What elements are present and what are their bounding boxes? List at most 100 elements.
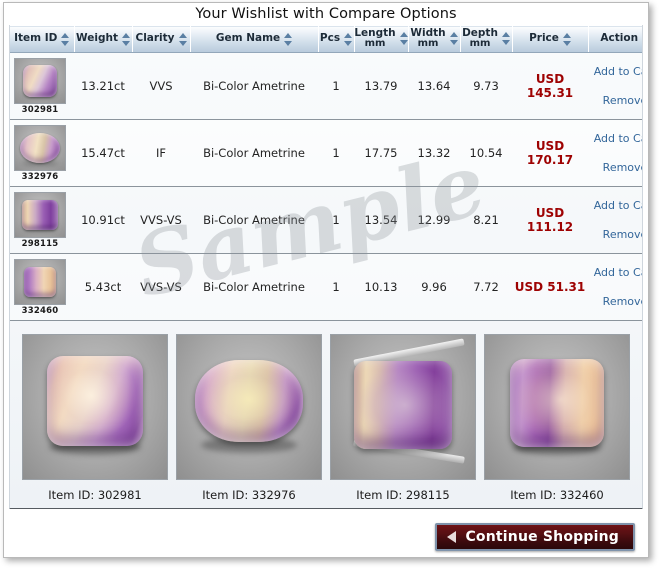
cell-pcs: 1	[318, 119, 354, 187]
cell-depth: 7.72	[460, 253, 512, 321]
column-unit: mm	[417, 38, 439, 50]
sort-toggle-icon[interactable]	[562, 32, 571, 46]
cell-price: USD 170.17	[512, 119, 588, 187]
price-value: USD 111.12	[526, 206, 574, 234]
add-to-cart-link[interactable]: Add to Cart	[590, 129, 642, 148]
gallery-caption: Item ID: 298115	[356, 488, 450, 502]
table-row: 298115 10.91ct VVS-VS Bi-Color Ametrine …	[10, 186, 642, 254]
gallery-caption: Item ID: 332460	[510, 488, 604, 502]
gallery-item[interactable]: Item ID: 332976	[176, 334, 322, 502]
gallery-item[interactable]: Item ID: 302981	[22, 334, 168, 502]
column-header-clarity[interactable]: Clarity	[132, 25, 191, 53]
column-header-weight[interactable]: Weight	[74, 25, 133, 53]
gallery-item[interactable]: Item ID: 332460	[484, 334, 630, 502]
cell-weight: 10.91ct	[74, 186, 132, 254]
cell-pcs: 1	[318, 186, 354, 254]
column-header-depth[interactable]: Depth mm	[460, 25, 513, 53]
table-row: 332460 5.43ct VVS-VS Bi-Color Ametrine 1…	[10, 253, 642, 321]
cell-thumbnail[interactable]: 332460	[10, 253, 74, 321]
cell-price: USD 145.31	[512, 52, 588, 120]
cell-action: Add to Cart Remove	[588, 186, 642, 254]
cell-width: 13.64	[408, 52, 460, 120]
gallery-item[interactable]: Item ID: 298115	[330, 334, 476, 502]
page-title: Your Wishlist with Compare Options	[195, 6, 457, 22]
wishlist-window: Your Wishlist with Compare Options Sampl…	[3, 2, 649, 558]
gem-large-image[interactable]	[484, 334, 630, 480]
footer-bar: Continue Shopping	[4, 509, 648, 557]
triangle-left-icon	[447, 531, 457, 543]
gem-thumbnail-image[interactable]	[14, 191, 66, 238]
sort-toggle-icon[interactable]	[284, 32, 293, 46]
remove-link[interactable]: Remove	[590, 292, 642, 311]
gem-large-image[interactable]	[176, 334, 322, 480]
column-label: Depth mm	[462, 28, 498, 50]
sort-toggle-icon[interactable]	[121, 32, 130, 46]
cell-pcs: 1	[318, 253, 354, 321]
column-unit: mm	[364, 38, 386, 50]
sort-toggle-icon[interactable]	[449, 32, 458, 46]
sort-toggle-icon[interactable]	[501, 32, 510, 46]
continue-shopping-label: Continue Shopping	[465, 529, 619, 545]
thumbnail-item-id: 332976	[21, 171, 59, 182]
add-to-cart-link[interactable]: Add to Cart	[590, 263, 642, 282]
column-header-action[interactable]: Action	[588, 25, 643, 53]
table-row: 332976 15.47ct IF Bi-Color Ametrine 1 17…	[10, 119, 642, 187]
column-label: Weight	[76, 32, 118, 45]
thumbnail-item-id: 298115	[21, 238, 59, 249]
wishlist-table: Item ID Weight Clarity Gem Name Pcs Leng…	[10, 25, 643, 321]
sort-toggle-icon[interactable]	[399, 32, 408, 46]
add-to-cart-link[interactable]: Add to Cart	[590, 196, 642, 215]
cell-thumbnail[interactable]: 332976	[10, 119, 74, 187]
gallery-caption: Item ID: 332976	[202, 488, 296, 502]
cell-gem-name: Bi-Color Ametrine	[190, 253, 318, 321]
add-to-cart-link[interactable]: Add to Cart	[590, 62, 642, 81]
cell-price: USD 51.31	[512, 253, 588, 321]
column-unit: mm	[469, 38, 491, 50]
price-value: USD 51.31	[514, 280, 586, 294]
cell-depth: 10.54	[460, 119, 512, 187]
cell-width: 9.96	[408, 253, 460, 321]
continue-shopping-button[interactable]: Continue Shopping	[435, 523, 635, 551]
column-header-price[interactable]: Price	[512, 25, 589, 53]
gem-thumbnail-image[interactable]	[14, 57, 66, 104]
cell-width: 13.32	[408, 119, 460, 187]
sort-toggle-icon[interactable]	[642, 33, 643, 46]
cell-depth: 9.73	[460, 52, 512, 120]
table-row: 302981 13.21ct VVS Bi-Color Ametrine 1 1…	[10, 52, 642, 120]
thumbnail-item-id: 332460	[21, 305, 59, 316]
remove-link[interactable]: Remove	[590, 158, 642, 177]
gem-large-image[interactable]	[22, 334, 168, 480]
column-header-pcs[interactable]: Pcs	[318, 25, 355, 53]
sort-toggle-icon[interactable]	[178, 32, 187, 46]
cell-depth: 8.21	[460, 186, 512, 254]
gem-large-image[interactable]	[330, 334, 476, 480]
cell-gem-name: Bi-Color Ametrine	[190, 186, 318, 254]
cell-thumbnail[interactable]: 298115	[10, 186, 74, 254]
gem-thumbnail-image[interactable]	[14, 258, 66, 305]
column-label: Clarity	[135, 32, 175, 45]
cell-clarity: VVS	[132, 52, 190, 120]
cell-clarity: IF	[132, 119, 190, 187]
gem-thumbnail-image[interactable]	[14, 124, 66, 171]
cell-length: 13.79	[354, 52, 408, 120]
price-value: USD 145.31	[526, 72, 574, 100]
column-header-length[interactable]: Length mm	[354, 25, 409, 53]
thumbnail-item-id: 302981	[21, 104, 59, 115]
sort-toggle-icon[interactable]	[344, 32, 353, 46]
column-header-width[interactable]: Width mm	[408, 25, 461, 53]
gem-gallery: Item ID: 302981 Item ID: 332976 Item ID:	[10, 321, 642, 508]
cell-thumbnail[interactable]: 302981	[10, 52, 74, 120]
remove-link[interactable]: Remove	[590, 91, 642, 110]
remove-link[interactable]: Remove	[590, 225, 642, 244]
cell-action: Add to Cart Remove	[588, 253, 642, 321]
cell-length: 17.75	[354, 119, 408, 187]
cell-price: USD 111.12	[512, 186, 588, 254]
column-header-gem-name[interactable]: Gem Name	[190, 25, 319, 53]
cell-action: Add to Cart Remove	[588, 119, 642, 187]
column-header-item-id[interactable]: Item ID	[10, 25, 75, 53]
cell-length: 13.54	[354, 186, 408, 254]
sort-toggle-icon[interactable]	[61, 32, 70, 46]
price-value: USD 170.17	[526, 139, 574, 167]
column-label: Pcs	[319, 32, 341, 45]
cell-clarity: VVS-VS	[132, 186, 190, 254]
